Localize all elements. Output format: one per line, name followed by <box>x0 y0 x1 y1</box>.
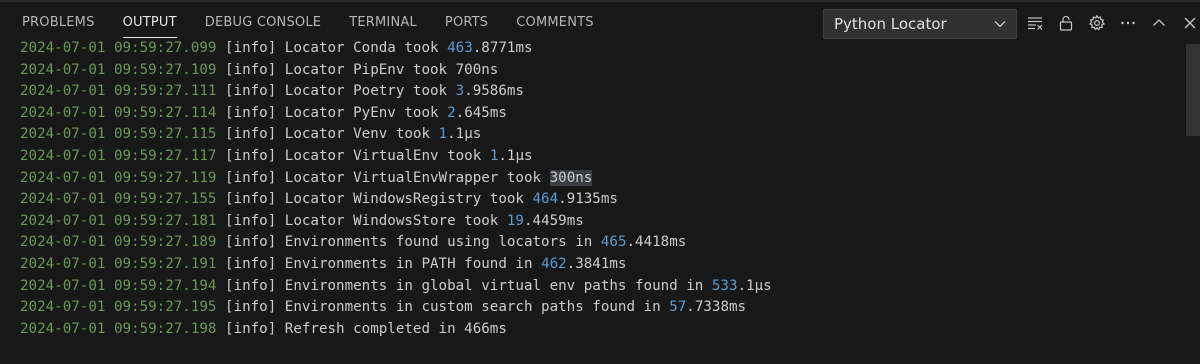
log-message: .1µs <box>447 126 482 143</box>
log-timestamp: 2024-07-01 09:59:27.198 <box>20 320 217 337</box>
log-number: 463 <box>447 40 473 56</box>
log-level: [info] <box>225 104 277 121</box>
log-line: 2024-07-01 09:59:27.119 [info] Locator V… <box>20 168 1180 190</box>
log-timestamp: 2024-07-01 09:59:27.109 <box>20 61 217 78</box>
log-message: Locator Venv took <box>276 126 439 143</box>
log-number: 533 <box>711 277 738 294</box>
log-number: 57 <box>669 299 687 316</box>
log-message: Locator Conda took <box>276 40 448 56</box>
log-timestamp: 2024-07-01 09:59:27.115 <box>20 126 217 143</box>
log-message: Refresh completed in 466ms <box>276 320 507 337</box>
log-level: [info] <box>225 191 277 208</box>
log-number: 19 <box>506 212 524 229</box>
log-message: Environments in global virtual env paths… <box>276 277 712 294</box>
log-timestamp: 2024-07-01 09:59:27.117 <box>20 147 217 164</box>
log-message: Locator PyEnv took <box>276 104 448 121</box>
log-level: [info] <box>225 83 277 100</box>
log-timestamp: 2024-07-01 09:59:27.195 <box>20 299 217 316</box>
log-number: 1 <box>438 126 448 143</box>
log-level: [info] <box>225 277 277 294</box>
log-number: 462 <box>541 255 567 272</box>
log-message: .9135ms <box>558 191 618 208</box>
log-message: .1µs <box>498 147 533 164</box>
log-timestamp: 2024-07-01 09:59:27.099 <box>20 40 217 56</box>
log-message: Locator VirtualEnv took <box>276 147 490 164</box>
log-timestamp: 2024-07-01 09:59:27.189 <box>20 234 217 251</box>
log-message: Environments in custom search paths foun… <box>276 299 670 316</box>
output-channel-label: Python Locator <box>834 15 947 33</box>
log-message: .8771ms <box>472 40 533 56</box>
output-log[interactable]: 2024-07-01 09:59:27.099 [info] Locator C… <box>20 38 1180 364</box>
log-line: 2024-07-01 09:59:27.109 [info] Locator P… <box>20 60 1180 82</box>
log-line: 2024-07-01 09:59:27.114 [info] Locator P… <box>20 103 1180 125</box>
log-message: Locator VirtualEnvWrapper took <box>276 169 550 186</box>
log-message: Environments found using locators in <box>276 234 601 251</box>
log-number: 3 <box>455 83 465 100</box>
log-message: .3841ms <box>566 255 627 272</box>
log-message: Locator PipEnv took 700ns <box>276 61 499 78</box>
log-message: Locator WindowsRegistry took <box>276 191 533 208</box>
log-level: [info] <box>225 234 277 251</box>
log-line: 2024-07-01 09:59:27.191 [info] Environme… <box>20 254 1180 276</box>
log-line: 2024-07-01 09:59:27.117 [info] Locator V… <box>20 146 1180 168</box>
log-timestamp: 2024-07-01 09:59:27.155 <box>20 191 217 208</box>
close-panel-icon[interactable] <box>1179 12 1200 34</box>
log-level: [info] <box>225 147 277 164</box>
more-actions-icon[interactable] <box>1117 12 1139 34</box>
lock-scroll-icon[interactable] <box>1055 12 1077 34</box>
log-timestamp: 2024-07-01 09:59:27.111 <box>20 83 217 100</box>
log-timestamp: 2024-07-01 09:59:27.114 <box>20 104 217 121</box>
output-channel-select[interactable]: Python Locator <box>823 9 1017 39</box>
log-message: Locator WindowsStore took <box>276 212 507 229</box>
log-level: [info] <box>225 320 277 337</box>
log-timestamp: 2024-07-01 09:59:27.119 <box>20 169 217 186</box>
chevron-down-icon <box>992 16 1008 32</box>
log-selected-text: 300ns <box>549 169 593 186</box>
log-level: [info] <box>225 126 277 143</box>
output-scrollbar-thumb[interactable] <box>1186 44 1200 136</box>
log-message: .4418ms <box>626 234 687 251</box>
panel-actions <box>1024 12 1200 34</box>
log-message: .4459ms <box>523 212 584 229</box>
log-number: 465 <box>600 234 627 251</box>
log-line: 2024-07-01 09:59:27.155 [info] Locator W… <box>20 189 1180 211</box>
log-line: 2024-07-01 09:59:27.198 [info] Refresh c… <box>20 319 1180 341</box>
log-timestamp: 2024-07-01 09:59:27.194 <box>20 277 217 294</box>
clear-output-icon[interactable] <box>1024 12 1046 34</box>
log-number: 464 <box>532 191 559 208</box>
log-message: .9586ms <box>464 83 524 100</box>
log-line: 2024-07-01 09:59:27.111 [info] Locator P… <box>20 81 1180 103</box>
log-line: 2024-07-01 09:59:27.115 [info] Locator V… <box>20 124 1180 146</box>
log-line: 2024-07-01 09:59:27.099 [info] Locator C… <box>20 38 1180 60</box>
log-level: [info] <box>225 299 277 316</box>
log-level: [info] <box>225 212 277 229</box>
log-message: Environments in PATH found in <box>276 255 542 272</box>
settings-gear-icon[interactable] <box>1086 12 1108 34</box>
log-message: Locator Poetry took <box>276 83 456 100</box>
log-message: .7338ms <box>686 299 747 316</box>
log-level: [info] <box>225 40 277 56</box>
log-level: [info] <box>225 61 277 78</box>
log-level: [info] <box>225 169 277 186</box>
log-line: 2024-07-01 09:59:27.189 [info] Environme… <box>20 232 1180 254</box>
log-line: 2024-07-01 09:59:27.181 [info] Locator W… <box>20 211 1180 233</box>
log-message: .1µs <box>737 277 772 294</box>
log-line: 2024-07-01 09:59:27.195 [info] Environme… <box>20 297 1180 319</box>
log-message: .645ms <box>455 104 507 121</box>
log-timestamp: 2024-07-01 09:59:27.181 <box>20 212 217 229</box>
maximize-panel-icon[interactable] <box>1148 12 1170 34</box>
log-timestamp: 2024-07-01 09:59:27.191 <box>20 255 217 272</box>
log-level: [info] <box>225 255 277 272</box>
log-line: 2024-07-01 09:59:27.194 [info] Environme… <box>20 276 1180 298</box>
log-number: 2 <box>447 104 456 121</box>
